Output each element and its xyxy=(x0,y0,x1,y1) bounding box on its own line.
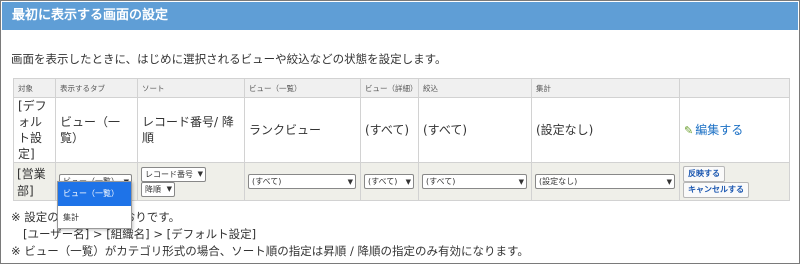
cell-view-list: ランクビュー xyxy=(244,97,361,163)
dropdown-option-view-list[interactable]: ビュー（一覧） xyxy=(58,182,131,206)
pencil-icon: ✎ xyxy=(684,123,694,137)
note-line-1-start: ※ 設定の xyxy=(11,210,59,224)
cell-view-list-edit: (すべて) ▼ xyxy=(244,162,361,201)
chevron-down-icon: ▼ xyxy=(166,185,172,193)
chevron-down-icon: ▼ xyxy=(347,177,353,186)
cell-filter: (すべて) xyxy=(418,97,532,163)
tab-dropdown-menu: ビュー（一覧） 集計 xyxy=(57,181,132,229)
dropdown-option-aggregate[interactable]: 集計 xyxy=(58,206,131,230)
view-list-select[interactable]: (すべて) ▼ xyxy=(248,174,356,189)
table-row-default: [デフォルト設定] ビュー（一覧） レコード番号/ 降順 ランクビュー (すべて… xyxy=(13,97,790,163)
col-header-tab: 表示するタブ xyxy=(55,78,138,98)
col-header-aggregate: 集計 xyxy=(531,78,680,98)
col-header-view-list: ビュー（一覧） xyxy=(244,78,361,98)
col-header-filter: 絞込 xyxy=(418,78,532,98)
cell-aggregate-edit: (設定なし) ▼ xyxy=(531,162,680,201)
chevron-down-icon: ▼ xyxy=(405,177,411,186)
cell-sort: レコード番号/ 降順 xyxy=(137,97,245,163)
cell-target: [デフォルト設定] xyxy=(13,97,56,163)
edit-link[interactable]: ✎ 編集する xyxy=(684,123,743,137)
edit-link-label: 編集する xyxy=(695,122,744,137)
col-header-actions xyxy=(679,78,790,98)
cell-actions: ✎ 編集する xyxy=(679,97,790,163)
cell-view-detail-edit: (すべて) ▼ xyxy=(360,162,419,201)
cell-actions-edit: 反映する キャンセルする xyxy=(679,162,790,201)
cell-sort-edit: レコード番号 ▼ 降順 ▼ xyxy=(137,162,245,201)
table-header-row: 対象 表示するタブ ソート ビュー（一覧） ビュー（詳細） 絞込 集計 xyxy=(13,78,790,98)
cell-view-detail: (すべて) xyxy=(360,97,419,163)
panel-title: 最初に表示する画面の設定 xyxy=(2,2,798,30)
note-line-3: ※ ビュー（一覧）がカテゴリ形式の場合、ソート順の指定は昇順 / 降順の指定のみ… xyxy=(11,244,529,258)
filter-select[interactable]: (すべて) ▼ xyxy=(422,174,527,189)
cell-target-edit: [営業部] xyxy=(13,162,56,201)
col-header-view-detail: ビュー（詳細） xyxy=(360,78,419,98)
chevron-down-icon: ▼ xyxy=(666,177,672,186)
aggregate-select[interactable]: (設定なし) ▼ xyxy=(535,174,675,189)
view-detail-select[interactable]: (すべて) ▼ xyxy=(364,174,414,189)
sort-field-select[interactable]: レコード番号 ▼ xyxy=(141,166,206,182)
description-text: 画面を表示したときに、はじめに選択されるビューや絞込などの状態を設定します。 xyxy=(11,52,447,66)
cell-filter-edit: (すべて) ▼ xyxy=(418,162,532,201)
cancel-button[interactable]: キャンセルする xyxy=(683,181,749,198)
cell-aggregate: (設定なし) xyxy=(531,97,680,163)
settings-panel: 最初に表示する画面の設定 画面を表示したときに、はじめに選択されるビューや絞込な… xyxy=(0,0,800,264)
apply-button[interactable]: 反映する xyxy=(683,165,725,182)
col-header-sort: ソート xyxy=(137,78,245,98)
cell-tab: ビュー（一覧） xyxy=(55,97,138,163)
col-header-target: 対象 xyxy=(13,78,56,98)
chevron-down-icon: ▼ xyxy=(197,170,203,178)
sort-order-select[interactable]: 降順 ▼ xyxy=(141,181,175,197)
chevron-down-icon: ▼ xyxy=(518,177,524,186)
